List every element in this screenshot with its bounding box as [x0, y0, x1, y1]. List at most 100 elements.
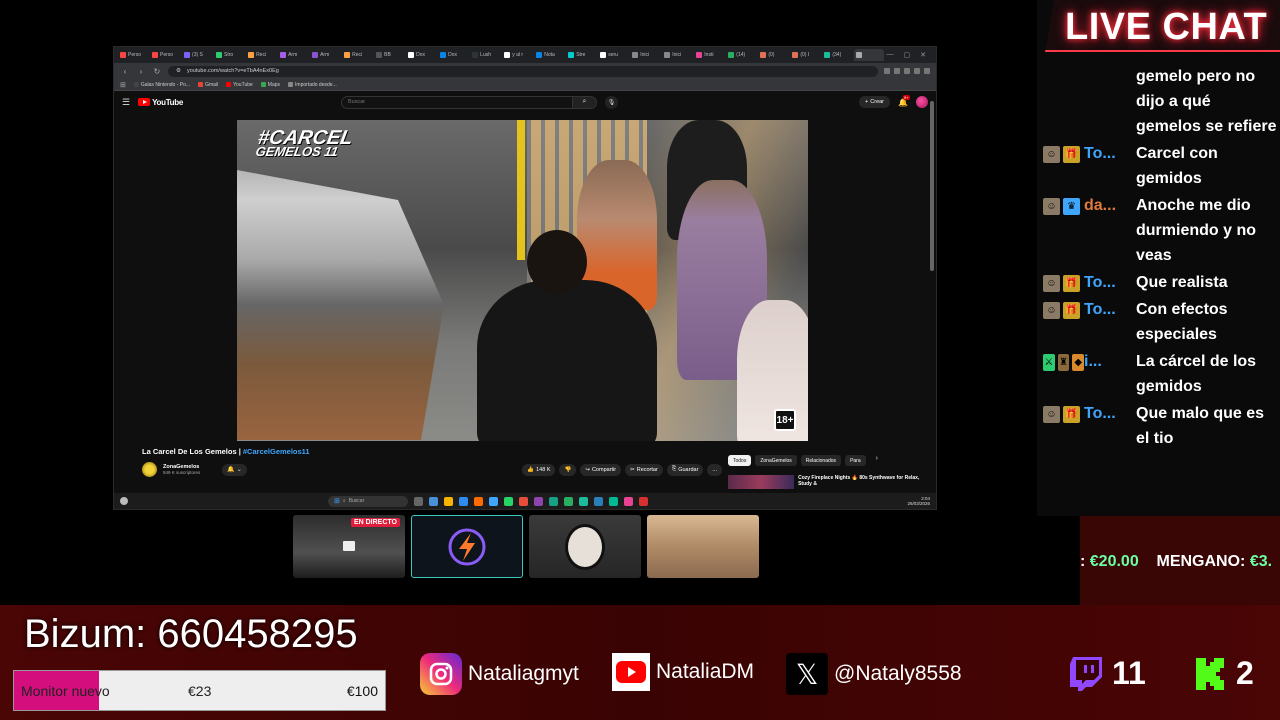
site-info-icon[interactable]: ⚙ [176, 68, 181, 74]
voice-search-button[interactable]: 🎙 [605, 95, 619, 109]
chevron-right-icon[interactable]: › [876, 455, 878, 466]
filter-chip[interactable]: Todos [728, 455, 752, 466]
browser-tab[interactable]: Perso [150, 49, 180, 61]
browser-tab[interactable]: Dox [406, 49, 436, 61]
forward-icon[interactable]: › [136, 67, 146, 76]
taskbar-apps [414, 496, 648, 506]
chat-username[interactable]: da... [1084, 193, 1136, 215]
taskbar-app-icon[interactable] [429, 496, 438, 506]
extension-icon[interactable] [904, 68, 910, 74]
browser-tab[interactable]: Stro [214, 49, 244, 61]
browser-tab[interactable]: (3) S [182, 49, 212, 61]
taskbar-app-icon[interactable] [609, 496, 618, 506]
more-actions-button[interactable]: ... [707, 463, 722, 476]
back-icon[interactable]: ‹ [120, 67, 130, 76]
filter-chip[interactable]: Relacionados [800, 455, 842, 466]
browser-tab[interactable]: Arm [278, 49, 308, 61]
like-button[interactable]: 👍 148 K [522, 463, 556, 476]
taskbar-app-icon[interactable] [414, 496, 423, 506]
share-button[interactable]: ↪ Compartir [580, 463, 622, 476]
browser-tab[interactable]: Lush [470, 49, 500, 61]
browser-tab[interactable]: Inici [662, 49, 692, 61]
taskbar-app-icon[interactable] [639, 496, 648, 506]
bookmark-item[interactable]: Gmail [198, 82, 218, 88]
browser-tab[interactable]: Reci [342, 49, 372, 61]
browser-tab[interactable]: Perso [118, 49, 148, 61]
recommended-video[interactable]: Cozy Fireplace Nights 🔥 80s Synthwave fo… [728, 475, 928, 489]
extension-icon[interactable] [914, 68, 920, 74]
browser-tab[interactable]: (34) [822, 49, 852, 61]
browser-tab[interactable]: (0) I [790, 49, 820, 61]
scene-thumbnail[interactable] [411, 515, 523, 578]
system-tray-icon[interactable] [120, 497, 128, 505]
bookmark-item[interactable]: Galas Nintendo - Po... [133, 82, 190, 88]
scene-thumbnail[interactable] [647, 515, 759, 578]
search-input[interactable]: Buscar [341, 95, 574, 109]
taskbar-app-icon[interactable] [489, 496, 498, 506]
browser-tab[interactable]: (0) [758, 49, 788, 61]
browser-tab[interactable]: y al r [502, 49, 532, 61]
bookmark-item[interactable]: Importado desde... [288, 82, 337, 88]
taskbar-app-icon[interactable] [534, 496, 543, 506]
youtube-logo[interactable]: YouTube [138, 98, 183, 107]
apps-icon[interactable]: ⊞ [120, 81, 126, 89]
chat-badges: ☺ 🎁 [1040, 270, 1084, 292]
taskbar-app-icon[interactable] [579, 496, 588, 506]
browser-tab[interactable]: Nota [534, 49, 564, 61]
bookmark-item[interactable]: Maps [260, 82, 280, 88]
dislike-button[interactable]: 👎 [559, 463, 577, 476]
filter-chip[interactable]: Para [845, 455, 866, 466]
browser-tab[interactable]: BB [374, 49, 404, 61]
browser-tab[interactable]: Stre [566, 49, 596, 61]
taskbar-app-icon[interactable] [624, 496, 633, 506]
browser-tab[interactable]: seru [598, 49, 628, 61]
taskbar-app-icon[interactable] [594, 496, 603, 506]
chat-username[interactable]: To... [1084, 401, 1136, 423]
taskbar-app-icon[interactable] [459, 496, 468, 506]
account-avatar[interactable] [916, 96, 928, 108]
taskbar-app-icon[interactable] [549, 496, 558, 506]
windows-start-icon[interactable]: ⊞ [334, 497, 340, 505]
taskbar-app-icon[interactable] [474, 496, 483, 506]
search-button[interactable]: ⌕ [573, 95, 598, 109]
chat-username[interactable]: To... [1084, 270, 1136, 292]
browser-tab[interactable]: Inici [630, 49, 660, 61]
subscription-bell-button[interactable]: 🔔 ⌄ [222, 463, 247, 476]
chat-username[interactable] [1084, 64, 1136, 68]
page-scrollbar[interactable] [930, 101, 934, 271]
maximize-icon[interactable]: ▢ [904, 51, 911, 59]
save-button[interactable]: ⎘ Guardar [666, 463, 704, 476]
filter-chip[interactable]: ZonaGemelos [755, 455, 797, 466]
notifications-button[interactable]: 🔔 9+ [898, 94, 910, 107]
chat-username[interactable]: To... [1084, 141, 1136, 163]
scene-thumbnail[interactable] [529, 515, 641, 578]
taskbar-app-icon[interactable] [519, 496, 528, 506]
browser-tab[interactable]: Arm [310, 49, 340, 61]
chat-username[interactable]: i... [1084, 349, 1136, 371]
taskbar-app-icon[interactable] [444, 496, 453, 506]
browser-tab[interactable]: (14) [726, 49, 756, 61]
chat-username[interactable]: To... [1084, 297, 1136, 319]
extension-icon[interactable] [924, 68, 930, 74]
video-player[interactable]: #CARCEL GEMELOS 11 18+ [237, 120, 808, 441]
extension-icon[interactable] [894, 68, 900, 74]
create-button[interactable]: + Crear [859, 96, 891, 108]
taskbar-app-icon[interactable] [504, 496, 513, 506]
minimize-icon[interactable]: — [887, 51, 894, 59]
close-icon[interactable]: ✕ [920, 51, 926, 59]
browser-tab[interactable] [854, 49, 885, 61]
menu-icon[interactable]: ☰ [122, 97, 130, 108]
taskbar-search[interactable]: ⊞ ⌕ Buscar [328, 495, 408, 507]
bookmark-item[interactable]: YouTube [226, 82, 253, 88]
reload-icon[interactable]: ↻ [152, 67, 162, 76]
channel-avatar[interactable] [142, 462, 157, 477]
browser-tab[interactable]: Insti [694, 49, 724, 61]
url-input[interactable]: ⚙ youtube.com/watch?v=eTbA4nEx0Eg [168, 65, 878, 77]
browser-tab[interactable]: Dox [438, 49, 468, 61]
clip-button[interactable]: ✂ Recortar [625, 463, 663, 476]
video-hashtag-link[interactable]: #CarcelGemelos11 [243, 447, 310, 456]
scene-thumbnail[interactable]: EN DIRECTO [293, 515, 405, 578]
browser-tab[interactable]: Reci [246, 49, 276, 61]
extension-icon[interactable] [884, 68, 890, 74]
taskbar-app-icon[interactable] [564, 496, 573, 506]
